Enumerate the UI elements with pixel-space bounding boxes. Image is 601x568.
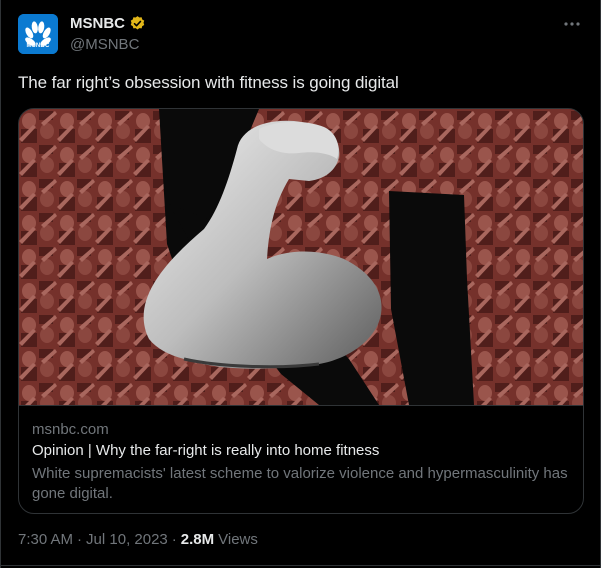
link-card[interactable]: msnbc.com Opinion | Why the far-right is… <box>18 108 584 514</box>
card-domain: msnbc.com <box>32 421 109 438</box>
more-horizontal-icon[interactable] <box>562 14 582 34</box>
tweet-bottom-border <box>1 565 600 566</box>
flexed-arm-collage-image <box>19 109 583 405</box>
tweet-date[interactable]: Jul 10, 2023 <box>86 531 168 548</box>
card-title[interactable]: Opinion | Why the far-right is really in… <box>32 442 379 459</box>
card-image <box>19 109 583 405</box>
avatar-logo-text: MSNBC <box>26 43 50 49</box>
tweet-meta: 7:30 AM · Jul 10, 2023 · 2.8M Views <box>18 531 258 548</box>
display-name[interactable]: MSNBC <box>70 15 125 32</box>
tweet-text: The far right’s obsession with fitness i… <box>18 73 399 92</box>
tweet[interactable]: MSNBC MSNBC @MSNBC The far right’s obses… <box>0 0 601 568</box>
card-divider <box>19 405 583 406</box>
meta-separator: · <box>171 531 177 548</box>
avatar[interactable]: MSNBC <box>18 14 58 54</box>
tweet-time[interactable]: 7:30 AM <box>18 531 73 548</box>
views-label: Views <box>218 531 258 548</box>
author-name-row: MSNBC <box>70 15 146 32</box>
handle[interactable]: @MSNBC <box>70 36 139 53</box>
meta-separator: · <box>77 531 83 548</box>
views-count[interactable]: 2.8M <box>181 531 214 548</box>
verified-badge-icon <box>129 15 146 32</box>
card-description: White supremacists' latest scheme to val… <box>32 465 568 502</box>
